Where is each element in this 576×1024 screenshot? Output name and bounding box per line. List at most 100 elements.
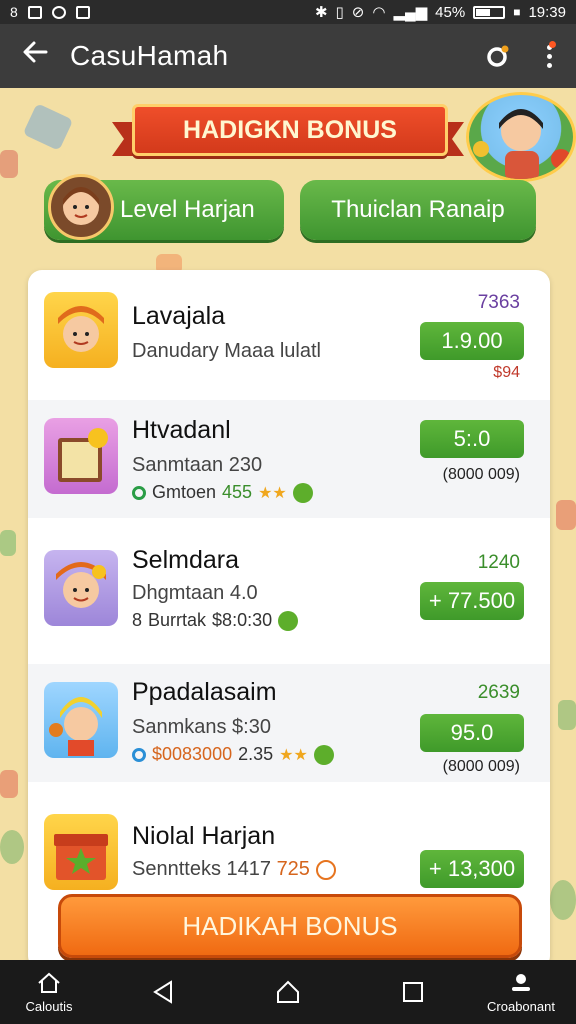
signal-icon: ▂▄▆ xyxy=(393,4,428,21)
tab-ranking[interactable]: Thuiclan Ranaip xyxy=(300,180,536,240)
character-thumbnail-icon xyxy=(44,682,118,758)
nav-home-button[interactable] xyxy=(272,960,304,1024)
status-bar: 8 ✱ ▯ ⊘ ◠ ▂▄▆ 45% ■ 19:39 xyxy=(0,0,576,24)
list-item[interactable]: Selmdara Dhgmtaan 4.0 8 Burrtak $8:0:30 … xyxy=(28,532,550,650)
list-item[interactable]: Htvadanl Sanmtaan 230 Gmtoen 455 ★★ 5:.0… xyxy=(28,400,550,518)
claim-bonus-label: HADIKAH BONUS xyxy=(182,910,398,941)
decor-shape-red-3 xyxy=(556,500,576,530)
rewards-list: Lavajala Danudary Maaa lulatl 7363 1.9.0… xyxy=(28,270,550,970)
item-detail: Gmtoen 455 ★★ xyxy=(132,482,313,503)
sim-icon xyxy=(27,5,42,19)
back-arrow-icon[interactable] xyxy=(0,39,70,73)
item-price-button[interactable]: + 13,300 xyxy=(420,850,524,888)
decor-shape-red xyxy=(0,150,18,178)
item-price-button[interactable]: 5:.0 xyxy=(420,420,524,458)
nav-recents-button[interactable] xyxy=(398,960,428,1024)
character-avatar-icon xyxy=(48,174,114,240)
decor-shape-green-2 xyxy=(0,830,24,864)
battery-icon xyxy=(473,5,506,19)
item-subtitle: Sanmkans $:30 xyxy=(132,716,271,738)
item-price-label: 95.0 xyxy=(450,720,494,745)
item-title: Lavajala xyxy=(132,302,226,330)
item-detail: 8 Burrtak $8:0:30 xyxy=(132,610,299,631)
item-price-label: 1.9.00 xyxy=(441,328,503,353)
list-item[interactable]: Ppadalasaim Sanmkans $:30 $0083000 2.35 … xyxy=(28,664,550,782)
bonus-banner-title: HADIGKN BONUS xyxy=(183,115,397,144)
item-title: Ppadalasaim xyxy=(132,678,277,706)
clock-icon xyxy=(315,859,336,880)
mute-icon: ⊘ xyxy=(351,4,365,21)
home-circle-icon xyxy=(277,980,299,1003)
clock: 19:39 xyxy=(528,3,566,21)
tab-level[interactable]: Level Harjan xyxy=(44,174,284,240)
house-icon xyxy=(38,972,60,993)
screenshot-icon: ■ xyxy=(513,5,521,19)
item-price-label: 5:.0 xyxy=(453,426,491,451)
profile-avatar[interactable] xyxy=(466,92,576,182)
gallery-icon xyxy=(75,5,90,19)
character-thumbnail-icon xyxy=(44,292,118,368)
system-nav-bar: Caloutis Croabonant xyxy=(0,960,576,1024)
item-detail-label: Burrtak xyxy=(148,610,207,630)
item-subtitle-text: Senntteks 1417 xyxy=(132,858,271,880)
item-subtitle: Danudary Maaa lulatl xyxy=(132,340,321,362)
character-thumbnail-icon xyxy=(44,550,118,626)
decor-shape-green-4 xyxy=(550,880,576,920)
decor-shape-green xyxy=(0,530,16,556)
list-item[interactable]: Lavajala Danudary Maaa lulatl 7363 1.9.0… xyxy=(28,270,550,388)
decor-shape-red-2 xyxy=(0,770,18,798)
claim-bonus-button[interactable]: HADIKAH BONUS xyxy=(58,894,522,958)
bonus-banner: HADIGKN BONUS xyxy=(132,104,448,156)
gift-box-thumbnail-icon xyxy=(44,814,118,890)
item-detail-prefix: 8 xyxy=(132,610,143,630)
item-detail-value: 455 xyxy=(222,482,253,502)
item-cost: $94 xyxy=(493,364,520,381)
star-icon: ★★ xyxy=(279,746,308,764)
settings-gear-icon[interactable] xyxy=(483,43,509,69)
coin-icon xyxy=(132,747,146,762)
item-price-button[interactable]: 95.0 xyxy=(420,714,524,752)
gem-icon xyxy=(278,610,299,631)
item-count: 7363 xyxy=(477,292,520,313)
item-title: Niolal Harjan xyxy=(132,822,276,850)
item-title: Htvadanl xyxy=(132,416,231,444)
overflow-menu-icon[interactable] xyxy=(547,40,556,68)
wifi-icon: ◠ xyxy=(372,4,386,21)
tab-ranking-label: Thuiclan Ranaip xyxy=(331,196,505,223)
nav-back-button[interactable] xyxy=(148,960,178,1024)
decor-leaf-blue xyxy=(22,103,74,151)
nav-home-label: Caloutis xyxy=(25,998,73,1014)
item-subtitle-extra: 725 xyxy=(276,858,310,880)
person-icon xyxy=(512,973,530,991)
item-cost: (8000 009) xyxy=(442,466,520,483)
item-price-label: + 13,300 xyxy=(428,856,516,881)
item-price-label: + 77.500 xyxy=(428,588,516,613)
nav-home-tab[interactable]: Caloutis xyxy=(14,960,84,1024)
item-price-button[interactable]: 1.9.00 xyxy=(420,322,524,360)
star-icon: ★★ xyxy=(258,484,287,502)
nav-profile-tab[interactable]: Croabonant xyxy=(478,960,564,1024)
item-detail: $0083000 2.35 ★★ xyxy=(132,744,334,765)
item-detail-label: $0083000 xyxy=(152,744,233,764)
item-subtitle: Sanmtaan 230 xyxy=(132,454,263,476)
item-detail-value: $8:0:30 xyxy=(212,610,273,630)
item-price-button[interactable]: + 77.500 xyxy=(420,582,524,620)
item-count: 1240 xyxy=(477,552,520,573)
item-subtitle: Senntteks 1417 725 xyxy=(132,858,336,881)
gem-icon xyxy=(292,482,313,503)
coin-icon xyxy=(132,485,146,500)
vibrate-icon: ▯ xyxy=(335,4,344,21)
bluetooth-icon: ✱ xyxy=(314,4,328,21)
item-detail-label: Gmtoen xyxy=(152,482,217,502)
item-subtitle: Dhgmtaan 4.0 xyxy=(132,582,258,604)
app-notification-icon xyxy=(51,5,66,19)
notification-icon: 8 xyxy=(10,4,18,20)
back-triangle-icon xyxy=(153,980,172,1004)
item-title: Selmdara xyxy=(132,546,239,574)
decor-shape-green-3 xyxy=(558,700,576,730)
gem-icon xyxy=(313,744,334,765)
item-detail-value: 2.35 xyxy=(238,744,274,764)
recents-square-icon xyxy=(403,982,423,1002)
battery-percent: 45% xyxy=(435,3,466,21)
item-count: 2639 xyxy=(477,682,520,703)
